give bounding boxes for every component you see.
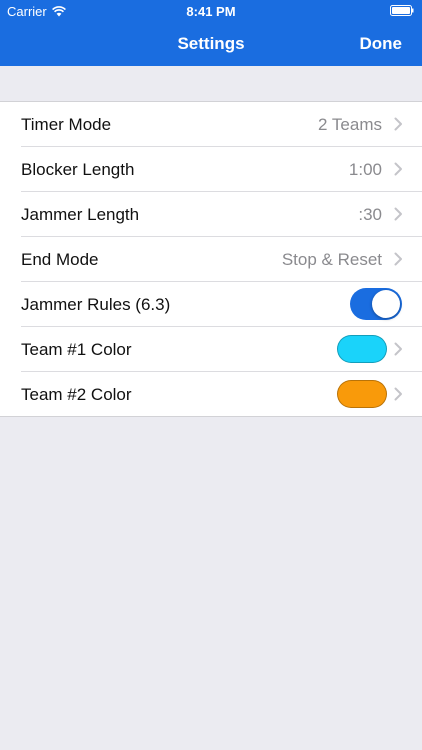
end-mode-row[interactable]: End Mode Stop & Reset xyxy=(21,237,422,282)
jammer-length-label: Jammer Length xyxy=(21,205,140,224)
status-time: 8:41 PM xyxy=(186,4,236,19)
battery-icon xyxy=(390,5,414,16)
blocker-length-value: 1:00 xyxy=(348,160,382,179)
team2-color-row[interactable]: Team #2 Color xyxy=(21,372,422,416)
end-mode-label: End Mode xyxy=(21,250,99,269)
jammer-rules-toggle[interactable] xyxy=(350,288,402,320)
done-button[interactable]: Done xyxy=(360,34,403,54)
status-bar: Carrier 8:41 PM xyxy=(0,0,422,22)
chevron-right-icon xyxy=(394,162,402,176)
chevron-right-icon xyxy=(394,342,402,356)
timer-mode-row[interactable]: Timer Mode 2 Teams xyxy=(21,102,422,147)
timer-mode-label: Timer Mode xyxy=(21,115,112,134)
chevron-right-icon xyxy=(394,252,402,266)
blocker-length-label: Blocker Length xyxy=(21,160,135,179)
team2-color-swatch[interactable] xyxy=(337,380,387,408)
jammer-length-value: :30 xyxy=(358,205,382,224)
toggle-knob xyxy=(372,290,400,318)
team1-color-row[interactable]: Team #1 Color xyxy=(21,327,422,372)
end-mode-value: Stop & Reset xyxy=(281,250,382,269)
jammer-rules-row: Jammer Rules (6.3) xyxy=(21,282,422,327)
navigation-bar: Settings Done xyxy=(0,22,422,66)
team1-color-swatch[interactable] xyxy=(337,335,387,363)
chevron-right-icon xyxy=(394,207,402,221)
jammer-length-row[interactable]: Jammer Length :30 xyxy=(21,192,422,237)
team2-color-label: Team #2 Color xyxy=(21,385,132,404)
chevron-right-icon xyxy=(394,117,402,131)
blocker-length-row[interactable]: Blocker Length 1:00 xyxy=(21,147,422,192)
jammer-rules-label: Jammer Rules (6.3) xyxy=(21,295,171,314)
timer-mode-value: 2 Teams xyxy=(318,115,382,134)
chevron-right-icon xyxy=(394,387,402,401)
settings-list: Timer Mode 2 Teams Blocker Length 1:00 J… xyxy=(0,101,422,417)
top-bar: Carrier 8:41 PM Settings Done xyxy=(0,0,422,66)
team1-color-label: Team #1 Color xyxy=(21,340,132,359)
